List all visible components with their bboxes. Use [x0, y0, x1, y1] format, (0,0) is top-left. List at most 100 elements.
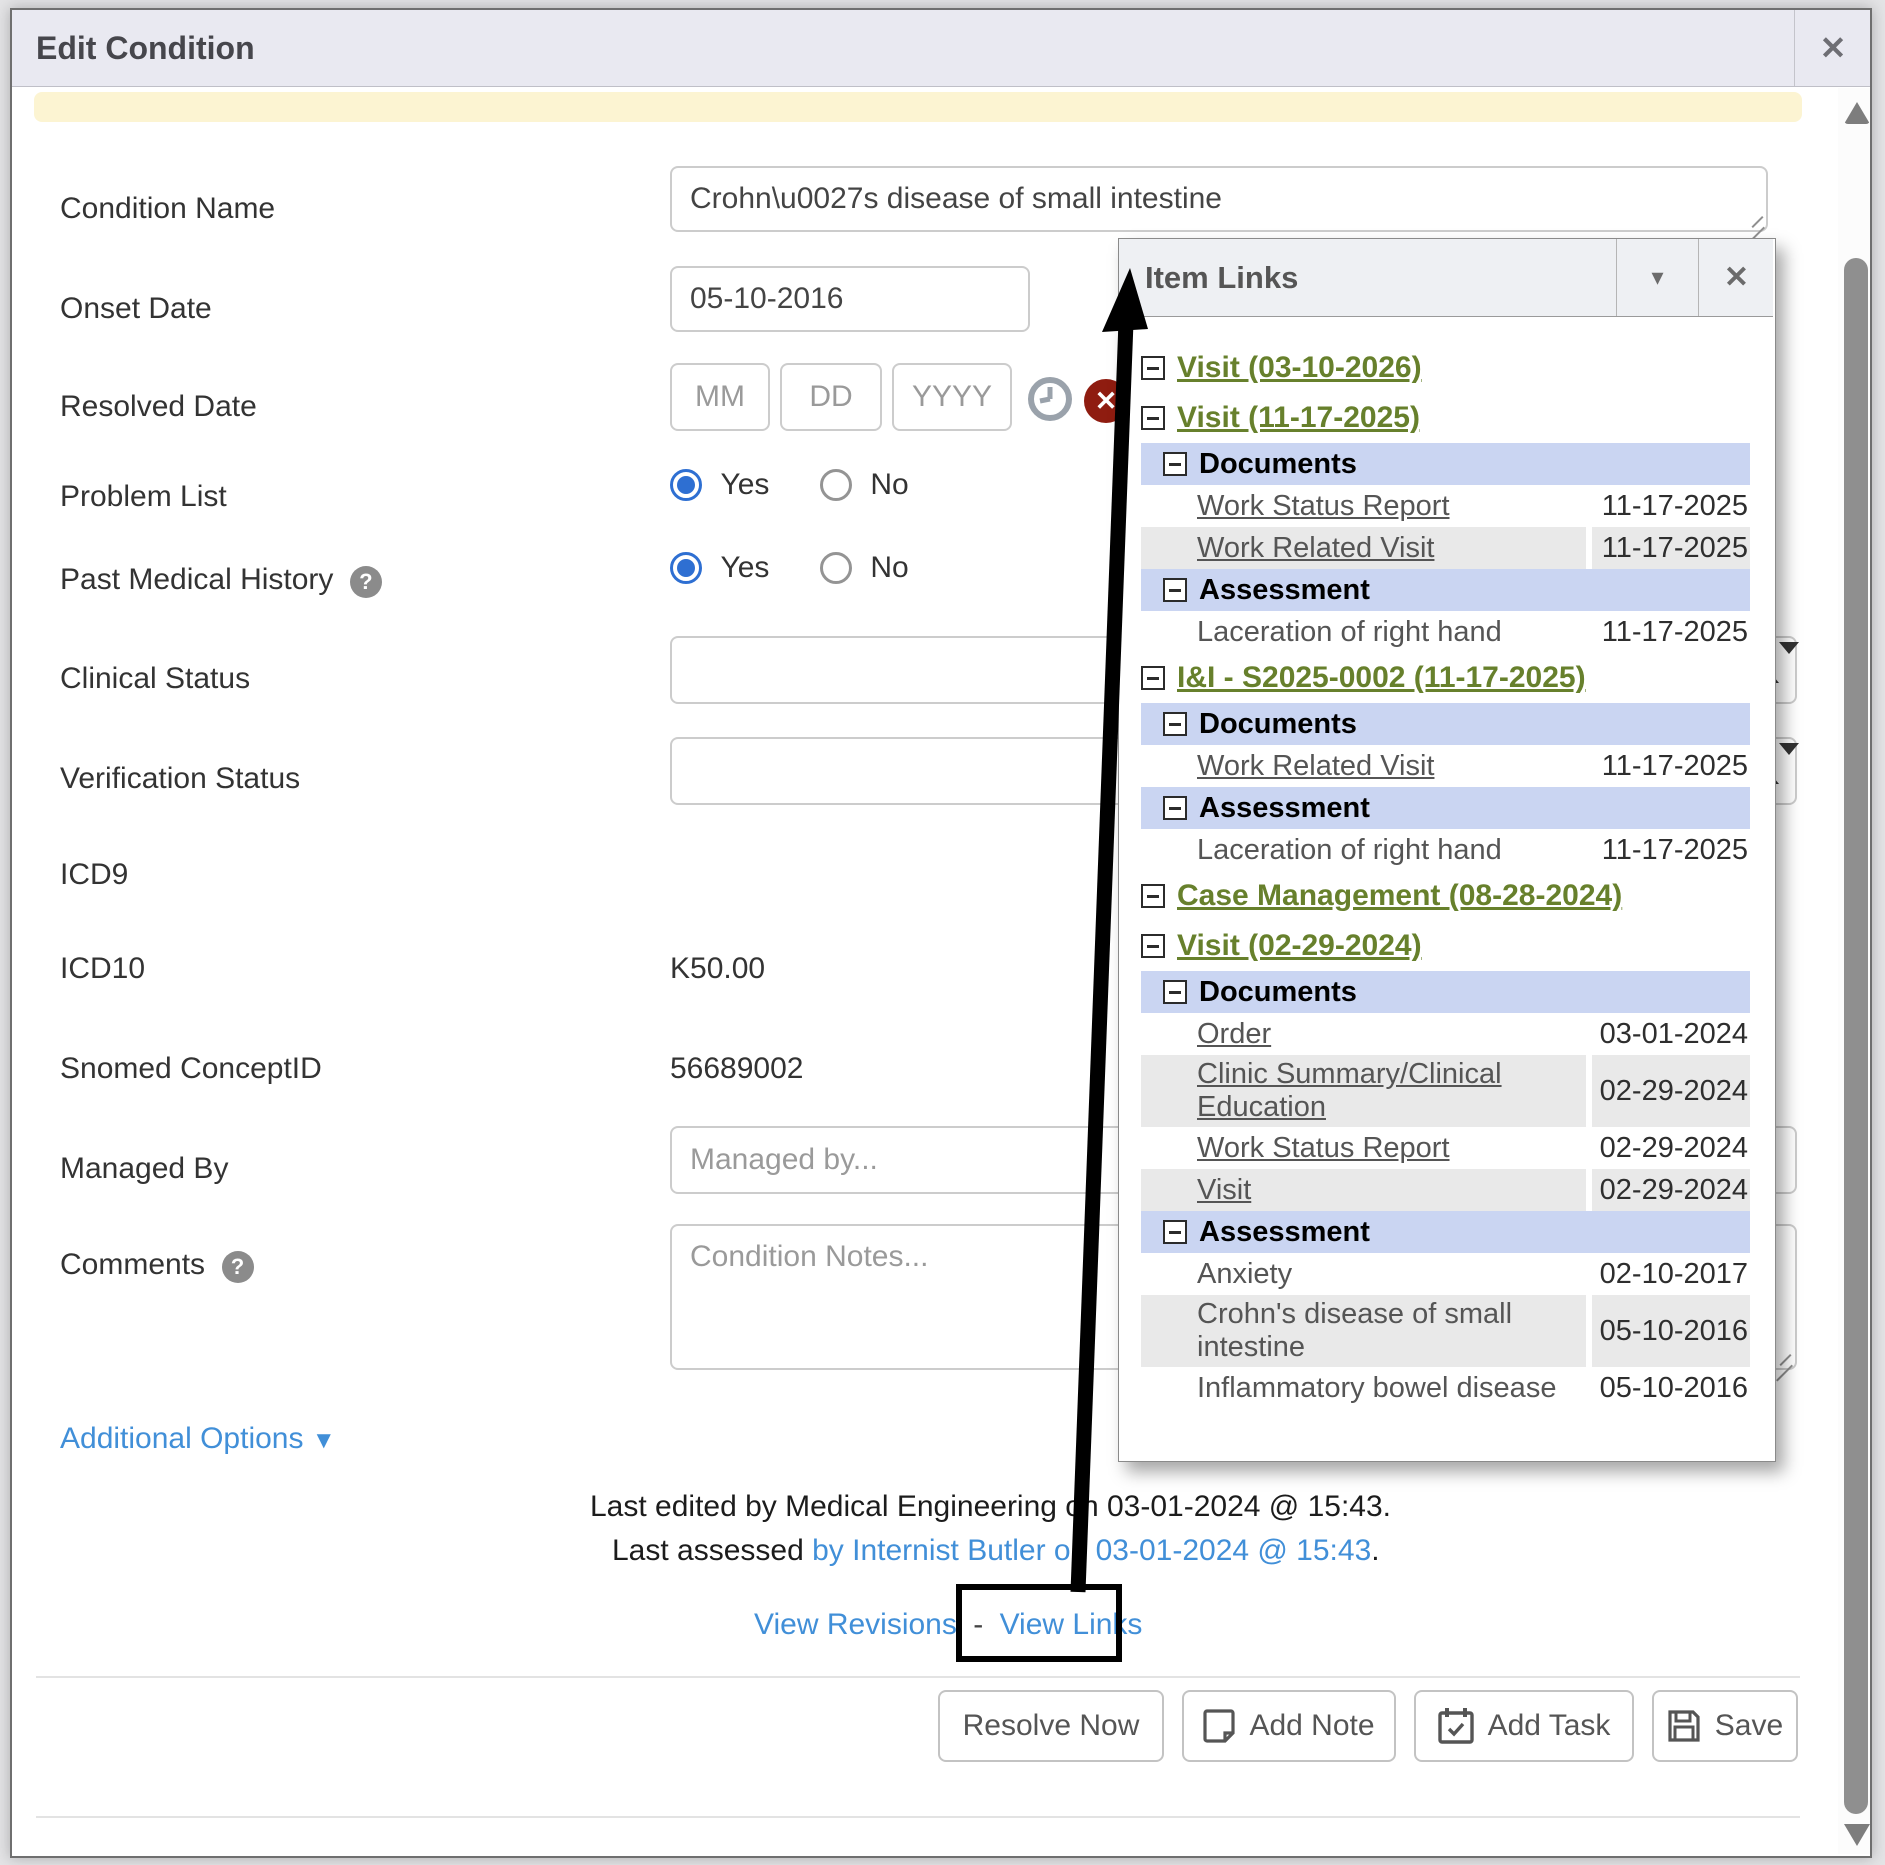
clock-history-icon[interactable] — [1026, 375, 1074, 423]
category-label: Documents — [1199, 976, 1357, 1009]
tree-item-row: Order03-01-2024 — [1141, 1013, 1750, 1055]
item-links-header: Item Links ▾ ✕ — [1119, 239, 1773, 317]
panel-collapse-icon[interactable]: ▾ — [1616, 239, 1698, 316]
item-name: Laceration of right hand — [1141, 611, 1586, 653]
scrollbar-down-icon[interactable] — [1844, 1824, 1870, 1846]
tree-collapse-toggle-icon[interactable] — [1163, 712, 1187, 736]
modal-close-icon[interactable]: ✕ — [1794, 10, 1871, 86]
onset-date-input[interactable] — [670, 266, 1030, 332]
tree-item-row: Work Related Visit11-17-2025 — [1141, 745, 1750, 787]
save-icon — [1667, 1709, 1701, 1743]
tree-collapse-toggle-icon[interactable] — [1141, 884, 1165, 908]
comments-label: Comments — [60, 1248, 205, 1281]
tree-collapse-toggle-icon[interactable] — [1141, 666, 1165, 690]
view-links-link[interactable]: View Links — [1000, 1608, 1143, 1641]
onset-date-label: Onset Date — [60, 292, 212, 326]
icd10-value: K50.00 — [670, 952, 765, 986]
item-links-title: Item Links — [1145, 239, 1298, 317]
tree-item-row: Anxiety02-10-2017 — [1141, 1253, 1750, 1295]
snomed-value: 56689002 — [670, 1052, 803, 1086]
tree-collapse-toggle-icon[interactable] — [1163, 1220, 1187, 1244]
condition-name-input[interactable] — [670, 166, 1768, 232]
save-label: Save — [1715, 1709, 1783, 1743]
note-icon — [1203, 1708, 1235, 1744]
item-name[interactable]: Clinic Summary/Clinical Education — [1141, 1055, 1586, 1127]
pmh-help-icon[interactable]: ? — [350, 566, 382, 598]
item-name[interactable]: Visit — [1141, 1169, 1586, 1211]
pmh-no-radio[interactable] — [820, 552, 852, 584]
modal-title: Edit Condition — [36, 10, 255, 86]
last-assessed-prefix: Last assessed — [612, 1534, 812, 1567]
group-link[interactable]: Case Management (08-28-2024) — [1177, 879, 1622, 913]
comments-resize-grip[interactable] — [1774, 1348, 1794, 1368]
pmh-yes-radio[interactable] — [670, 552, 702, 584]
revisions-links-row: View Revisions - View Links — [754, 1608, 1142, 1642]
resolved-day-input[interactable] — [780, 363, 882, 431]
resolve-now-button[interactable]: Resolve Now — [938, 1690, 1164, 1762]
group-link[interactable]: Visit (03-10-2026) — [1177, 351, 1422, 385]
tree-item-row: Inflammatory bowel disease05-10-2016 — [1141, 1367, 1750, 1409]
category-banner-row: Assessment — [1141, 569, 1750, 611]
tree-item-row: Visit02-29-2024 — [1141, 1169, 1750, 1211]
group-link[interactable]: I&I - S2025-0002 (11-17-2025) — [1177, 661, 1586, 695]
problem-list-label: Problem List — [60, 480, 227, 514]
tree-item-row: Laceration of right hand11-17-2025 — [1141, 829, 1750, 871]
resolve-now-label: Resolve Now — [963, 1709, 1140, 1743]
panel-close-icon[interactable]: ✕ — [1698, 239, 1774, 316]
add-note-button[interactable]: Add Note — [1182, 1690, 1396, 1762]
add-task-label: Add Task — [1488, 1709, 1611, 1743]
condition-name-resize-grip[interactable] — [1746, 210, 1766, 230]
resolved-year-input[interactable] — [892, 363, 1012, 431]
group-link[interactable]: Visit (02-29-2024) — [1177, 929, 1422, 963]
item-name[interactable]: Order — [1141, 1013, 1586, 1055]
item-name: Laceration of right hand — [1141, 829, 1586, 871]
item-name: Crohn's disease of small intestine — [1141, 1295, 1586, 1367]
problem-list-radio-group: Yes No — [670, 468, 909, 502]
tree-collapse-toggle-icon[interactable] — [1163, 796, 1187, 820]
icd9-label: ICD9 — [60, 858, 128, 892]
save-button[interactable]: Save — [1652, 1690, 1798, 1762]
item-name[interactable]: Work Related Visit — [1141, 745, 1586, 787]
comments-help-icon[interactable]: ? — [222, 1251, 254, 1283]
add-task-button[interactable]: Add Task — [1414, 1690, 1634, 1762]
tree-collapse-toggle-icon[interactable] — [1141, 934, 1165, 958]
tree-collapse-toggle-icon[interactable] — [1141, 406, 1165, 430]
item-name: Inflammatory bowel disease — [1141, 1367, 1586, 1409]
item-date: 03-01-2024 — [1592, 1013, 1750, 1055]
additional-options-link[interactable]: Additional Options ▼ — [60, 1422, 336, 1456]
last-assessed-link[interactable]: by Internist Butler on 03-01-2024 @ 15:4… — [812, 1534, 1371, 1567]
tree-item-row: Clinic Summary/Clinical Education02-29-2… — [1141, 1055, 1750, 1127]
item-name[interactable]: Work Related Visit — [1141, 527, 1586, 569]
tree-collapse-toggle-icon[interactable] — [1163, 578, 1187, 602]
icd10-label: ICD10 — [60, 952, 145, 986]
item-name[interactable]: Work Status Report — [1141, 1127, 1586, 1169]
tree-item-row: Crohn's disease of small intestine05-10-… — [1141, 1295, 1750, 1367]
page-root: Edit Condition ✕ Condition Name Onset Da… — [0, 0, 1885, 1865]
alert-band — [34, 92, 1802, 122]
problem-list-yes-radio[interactable] — [670, 469, 702, 501]
resolved-date-label: Resolved Date — [60, 390, 257, 424]
scrollbar-up-icon[interactable] — [1844, 102, 1870, 124]
view-revisions-link[interactable]: View Revisions — [754, 1608, 957, 1641]
last-assessed-text: Last assessed by Internist Butler on 03-… — [612, 1534, 1380, 1568]
problem-list-no-radio[interactable] — [820, 469, 852, 501]
item-name[interactable]: Work Status Report — [1141, 485, 1586, 527]
item-date: 02-10-2017 — [1592, 1253, 1750, 1295]
pmh-yes-label: Yes — [720, 551, 769, 584]
group-link[interactable]: Visit (11-17-2025) — [1177, 401, 1420, 435]
problem-list-no-label: No — [870, 468, 908, 501]
tree-item-row: Work Status Report11-17-2025 — [1141, 485, 1750, 527]
item-date: 11-17-2025 — [1592, 527, 1750, 569]
condition-name-label: Condition Name — [60, 192, 275, 226]
category-label: Assessment — [1199, 1216, 1370, 1249]
scrollbar-thumb[interactable] — [1844, 258, 1868, 1814]
modal-titlebar: Edit Condition ✕ — [12, 10, 1870, 87]
pmh-label-row: Past Medical History ? — [60, 563, 382, 598]
tree-item-row: Work Status Report02-29-2024 — [1141, 1127, 1750, 1169]
resolved-month-input[interactable] — [670, 363, 770, 431]
tree-collapse-toggle-icon[interactable] — [1163, 452, 1187, 476]
category-label: Assessment — [1199, 792, 1370, 825]
tree-collapse-toggle-icon[interactable] — [1163, 980, 1187, 1004]
category-banner-row: Documents — [1141, 971, 1750, 1013]
tree-collapse-toggle-icon[interactable] — [1141, 356, 1165, 380]
